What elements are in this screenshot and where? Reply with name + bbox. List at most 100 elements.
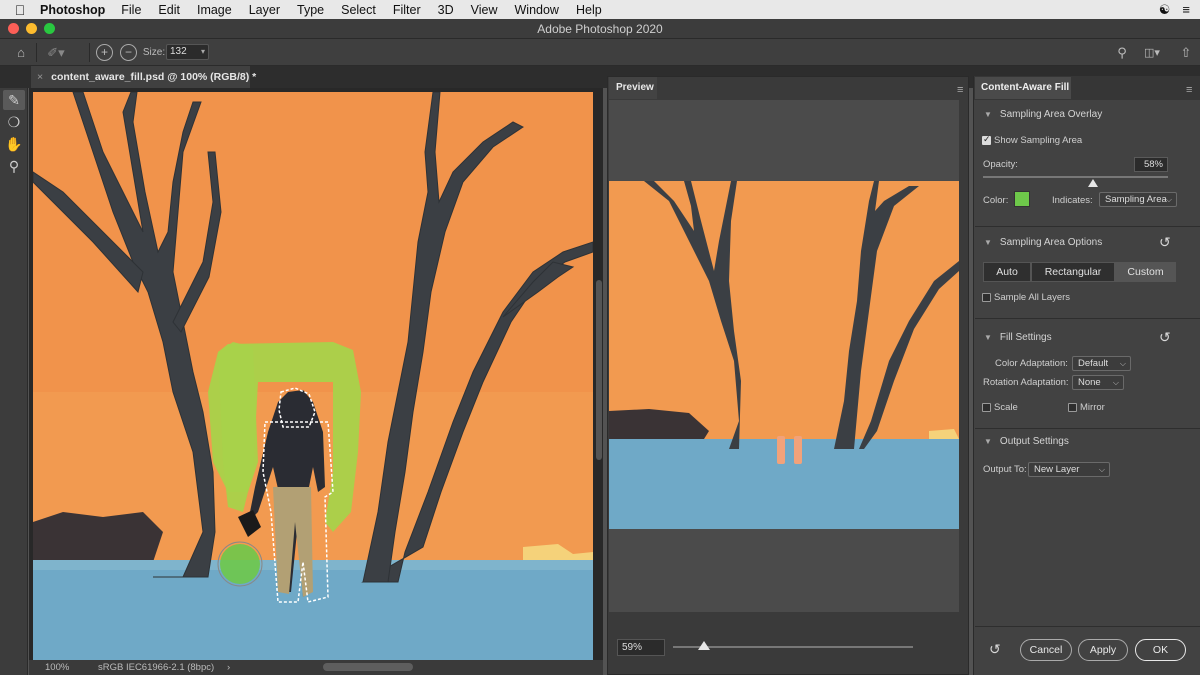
preview-image[interactable]: [609, 181, 959, 529]
menu-file[interactable]: File: [121, 3, 141, 17]
search-icon[interactable]: ⚲: [1112, 43, 1132, 62]
opacity-slider-thumb[interactable]: [1088, 179, 1098, 187]
rotation-adaptation-value: None: [1078, 377, 1101, 388]
document-zoom-level[interactable]: 100%: [45, 662, 69, 673]
mirror-checkbox[interactable]: [1068, 403, 1077, 412]
section-sampling-options[interactable]: ▼ Sampling Area Options: [984, 237, 1102, 248]
reset-fill-settings-icon[interactable]: ↺: [1159, 329, 1171, 346]
rotation-adaptation-select[interactable]: None ⌵: [1072, 375, 1124, 390]
menu-extras-icon[interactable]: ≡: [1182, 2, 1190, 18]
opacity-value: 58%: [1143, 159, 1163, 170]
window-title: Adobe Photoshop 2020: [537, 22, 663, 36]
preview-zoom-field[interactable]: 59%: [617, 639, 665, 656]
chevron-down-icon: ⌵: [1119, 359, 1126, 368]
menu-help[interactable]: Help: [576, 3, 602, 17]
canvas-vertical-scrollbar[interactable]: [596, 280, 602, 460]
section-output-settings-title: Output Settings: [999, 436, 1069, 447]
zoom-tool-icon[interactable]: ⚲: [3, 156, 25, 176]
section-sampling-options-title: Sampling Area Options: [999, 237, 1103, 248]
size-label: Size:: [142, 47, 166, 58]
sampling-brush-tool-icon[interactable]: ✎: [3, 90, 25, 110]
indicates-select[interactable]: Sampling Area ⌵: [1099, 192, 1177, 207]
section-output-settings[interactable]: ▼ Output Settings: [984, 436, 1069, 447]
chevron-down-icon: ⌵: [1165, 195, 1172, 204]
overlay-color-swatch[interactable]: [1014, 191, 1030, 207]
sample-all-layers-label: Sample All Layers: [994, 292, 1071, 303]
subtract-from-area-button[interactable]: −: [119, 43, 138, 62]
mac-menubar:  Photoshop File Edit Image Layer Type S…: [0, 0, 1200, 19]
output-to-value: New Layer: [1034, 464, 1080, 475]
chevron-down-icon: ⌵: [1112, 378, 1119, 387]
opacity-label: Opacity:: [983, 159, 1018, 170]
mode-custom-button[interactable]: Custom: [1115, 262, 1176, 282]
tools-panel: ✎ ❍ ✋ ⚲: [0, 88, 28, 675]
preview-zoom-slider-thumb[interactable]: [698, 641, 710, 650]
mode-auto-button[interactable]: Auto: [983, 262, 1031, 282]
ok-button[interactable]: OK: [1135, 639, 1186, 661]
document-tab-title: content_aware_fill.psd @ 100% (RGB/8) *: [51, 71, 257, 83]
opacity-field[interactable]: 58%: [1134, 157, 1168, 172]
lasso-tool-icon[interactable]: ❍: [3, 112, 25, 132]
color-adaptation-select[interactable]: Default ⌵: [1072, 356, 1131, 371]
indicates-value: Sampling Area: [1105, 194, 1167, 205]
menu-view[interactable]: View: [471, 3, 498, 17]
status-chevron-icon[interactable]: ›: [227, 662, 230, 673]
add-to-area-button[interactable]: +: [95, 43, 114, 62]
section-sampling-overlay-title: Sampling Area Overlay: [999, 109, 1103, 120]
document-tab[interactable]: × content_aware_fill.psd @ 100% (RGB/8) *: [31, 66, 256, 88]
divider: [975, 428, 1200, 429]
menu-3d[interactable]: 3D: [438, 3, 454, 17]
preview-tab[interactable]: Preview: [609, 77, 657, 99]
brush-tool-preset-icon[interactable]: ✐▾: [43, 43, 69, 62]
hand-tool-icon[interactable]: ✋: [3, 134, 25, 154]
menubar-status: ☯ ≡: [1159, 2, 1190, 18]
sample-all-layers-checkbox[interactable]: [982, 293, 991, 302]
menu-app-name[interactable]: Photoshop: [40, 3, 105, 17]
chevron-down-icon: ▼: [984, 110, 992, 119]
canvas-horizontal-scrollbar[interactable]: [323, 663, 413, 671]
menu-window[interactable]: Window: [515, 3, 559, 17]
apply-button[interactable]: Apply: [1078, 639, 1128, 661]
minus-circle-icon: −: [120, 44, 137, 61]
brush-size-field[interactable]: 132 ▾: [166, 44, 209, 60]
color-adaptation-label: Color Adaptation:: [995, 358, 1068, 369]
mode-rectangular-button[interactable]: Rectangular: [1031, 262, 1115, 282]
chevron-down-icon: ▾: [200, 47, 205, 56]
document-canvas[interactable]: [33, 92, 593, 660]
workspace-icon[interactable]: ◫▾: [1138, 43, 1166, 62]
divider: [975, 318, 1200, 319]
panel-menu-icon[interactable]: ≡: [957, 84, 963, 96]
reset-all-icon[interactable]: ↺: [989, 641, 1001, 658]
reset-sampling-options-icon[interactable]: ↺: [1159, 234, 1171, 251]
section-sampling-overlay[interactable]: ▼ Sampling Area Overlay: [984, 109, 1102, 120]
mirror-label: Mirror: [1080, 402, 1105, 413]
apple-logo-icon[interactable]: : [0, 2, 40, 18]
output-to-select[interactable]: New Layer ⌵: [1028, 462, 1110, 477]
menu-filter[interactable]: Filter: [393, 3, 421, 17]
cafill-panel-menu-icon[interactable]: ≡: [1186, 84, 1192, 96]
opacity-slider[interactable]: [983, 176, 1168, 178]
chevron-down-icon: ▼: [984, 333, 992, 342]
section-fill-settings-title: Fill Settings: [999, 332, 1052, 343]
menu-select[interactable]: Select: [341, 3, 376, 17]
menu-layer[interactable]: Layer: [249, 3, 280, 17]
menu-type[interactable]: Type: [297, 3, 324, 17]
show-sampling-area-label: Show Sampling Area: [994, 135, 1083, 146]
menu-image[interactable]: Image: [197, 3, 232, 17]
chevron-down-icon: ▼: [984, 238, 992, 247]
cancel-button[interactable]: Cancel: [1020, 639, 1072, 661]
scale-label: Scale: [994, 402, 1018, 413]
show-sampling-area-checkbox[interactable]: [982, 134, 991, 145]
home-icon[interactable]: ⌂: [10, 43, 32, 62]
content-aware-fill-tab[interactable]: Content-Aware Fill: [975, 77, 1071, 99]
section-fill-settings[interactable]: ▼ Fill Settings: [984, 332, 1052, 343]
menu-edit[interactable]: Edit: [158, 3, 180, 17]
window-titlebar: Adobe Photoshop 2020: [0, 19, 1200, 39]
color-label: Color:: [983, 195, 1009, 206]
scale-checkbox[interactable]: [982, 403, 991, 412]
creative-cloud-icon[interactable]: ☯: [1159, 2, 1171, 18]
share-icon[interactable]: ⇧: [1176, 43, 1196, 62]
close-tab-icon[interactable]: ×: [37, 71, 43, 83]
output-to-label: Output To:: [983, 464, 1027, 475]
divider: [975, 226, 1200, 227]
